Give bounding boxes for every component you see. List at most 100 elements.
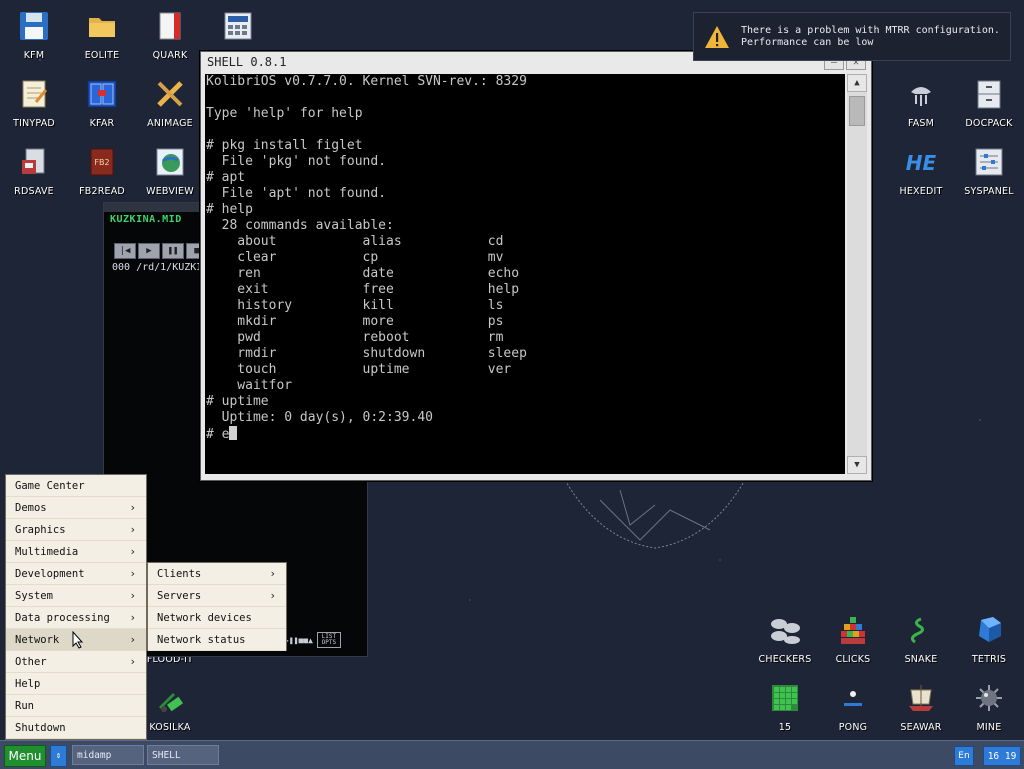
menu-item-data-processing[interactable]: Data processing › — [6, 607, 146, 629]
desktop-icon-hexedit[interactable]: HE HEXEDIT — [887, 139, 955, 207]
desktop-icon-pong[interactable]: PONG — [819, 675, 887, 740]
midamp-mini-controls[interactable]: ▶❚❚■■▲ — [284, 636, 313, 645]
terminal-scrollbar[interactable]: ▲ ▼ — [847, 74, 867, 474]
notepad-icon — [17, 77, 51, 111]
menu-item-other[interactable]: Other › — [6, 651, 146, 673]
desktop-icon-15[interactable]: 15 — [751, 675, 819, 740]
desktop-icon-label: WEBVIEW — [146, 186, 194, 197]
playlist-options-button[interactable]: LIST OPTS — [316, 632, 341, 648]
previous-icon[interactable]: |◀ — [114, 243, 136, 259]
desktop-icon-mine[interactable]: MINE — [955, 675, 1023, 740]
desktop-icon-label: SEAWAR — [900, 722, 942, 733]
desktop-icon-fasm[interactable]: FASM — [887, 71, 955, 139]
submenu-item-network-devices[interactable]: Network devices — [148, 607, 286, 629]
desktop-icon-webview[interactable]: WEBVIEW — [136, 139, 204, 207]
scroll-up-icon[interactable]: ▲ — [847, 74, 867, 92]
desktop-icon-animage[interactable]: ANIMAGE — [136, 71, 204, 139]
desktop-icon-label: TETRIS — [971, 654, 1007, 665]
folder-icon — [85, 9, 119, 43]
terminal-line: mkdir more ps — [206, 314, 504, 329]
menu-button[interactable]: Menu — [4, 745, 46, 767]
menu-item-shutdown[interactable]: Shutdown — [6, 717, 146, 739]
checkers-icon — [768, 613, 802, 647]
play-icon[interactable]: ▶ — [138, 243, 160, 259]
terminal-output[interactable]: KolibriOS v0.7.7.0. Kernel SVN-rev.: 832… — [205, 74, 845, 474]
terminal-line: Uptime: 0 day(s), 0:2:39.40 — [206, 410, 433, 425]
submenu-item-network-status[interactable]: Network status — [148, 629, 286, 651]
desktop-icon-label: CHECKERS — [758, 654, 812, 665]
planet-wallpaper-art — [564, 479, 746, 549]
midamp-bottom-controls: ▶❚❚■■▲ LIST OPTS — [284, 632, 341, 648]
switch-windows-icon[interactable]: ⇕ — [50, 745, 67, 767]
desktop-icon-syspanel[interactable]: SYSPANEL — [955, 139, 1023, 207]
desktop-icon-seawar[interactable]: SEAWAR — [887, 675, 955, 740]
mtrr-warning-notification[interactable]: There is a problem with MTRR configurati… — [693, 12, 1011, 61]
submenu-item-servers[interactable]: Servers › — [148, 585, 286, 607]
pause-icon[interactable]: ❚❚ — [162, 243, 184, 259]
clock[interactable]: 16 19 — [983, 746, 1021, 766]
menu-item-game-center[interactable]: Game Center — [6, 475, 146, 497]
desktop-icon-label: PONG — [838, 722, 868, 733]
desktop: KFM EOLITE QUARK TINYPAD KFAR ANIMAGE RD… — [0, 0, 1024, 740]
menu-item-run[interactable]: Run — [6, 695, 146, 717]
taskbar: Menu ⇕ midamp SHELL En 16 19 — [0, 740, 1024, 769]
terminal-line: # apt — [206, 170, 246, 185]
desktop-icon-clicks[interactable]: CLICKS — [819, 607, 887, 675]
desktop-icon-tinypad[interactable]: TINYPAD — [0, 71, 68, 139]
desktop-icon-fb2read[interactable]: FB2 FB2READ — [68, 139, 136, 207]
menu-item-multimedia[interactable]: Multimedia › — [6, 541, 146, 563]
notification-line-1: There is a problem with MTRR configurati… — [741, 24, 1000, 36]
menu-item-help[interactable]: Help — [6, 673, 146, 695]
desktop-icon-checkers[interactable]: CHECKERS — [751, 607, 819, 675]
desktop-icon-label: FASM — [907, 118, 935, 129]
desktop-icon-tetris[interactable]: TETRIS — [955, 607, 1023, 675]
shell-window[interactable]: SHELL 0.8.1 – ✕ KolibriOS v0.7.7.0. Kern… — [200, 51, 872, 481]
desktop-icon-label: MINE — [976, 722, 1002, 733]
ebook-icon: FB2 — [85, 145, 119, 179]
scroll-down-icon[interactable]: ▼ — [847, 456, 867, 474]
desktop-icon-label: DOCPACK — [965, 118, 1013, 129]
desktop-icon-label: KFAR — [89, 118, 115, 129]
taskbar-item-shell[interactable]: SHELL — [147, 745, 219, 765]
terminal-line: KolibriOS v0.7.7.0. Kernel SVN-rev.: 832… — [206, 74, 527, 89]
cabinet-icon — [972, 77, 1006, 111]
desktop-icon-label: QUARK — [152, 50, 188, 61]
desktop-icon-quark[interactable]: QUARK — [136, 3, 204, 71]
terminal-line: pwd reboot rm — [206, 330, 504, 345]
scrollbar-thumb[interactable] — [849, 96, 865, 126]
desktop-icon-label: FB2READ — [79, 186, 125, 197]
chevron-right-icon: › — [269, 589, 276, 602]
menu-item-demos[interactable]: Demos › — [6, 497, 146, 519]
pencil-icon — [153, 77, 187, 111]
terminal-line: # uptime — [206, 394, 269, 409]
menu-item-development[interactable]: Development › — [6, 563, 146, 585]
midamp-track-entry[interactable]: 000 /rd/1/KUZKI — [112, 262, 202, 273]
calculator-icon — [221, 9, 255, 43]
terminal-line: File 'pkg' not found. — [206, 154, 387, 169]
terminal-prompt-line[interactable]: # e — [205, 426, 845, 443]
sliders-icon — [972, 145, 1006, 179]
terminal-line: # pkg install figlet — [206, 138, 363, 153]
keyboard-language-indicator[interactable]: En — [954, 746, 974, 766]
terminal-line: File 'apt' not found. — [206, 186, 387, 201]
ship-icon — [904, 681, 938, 715]
svg-text:FB2: FB2 — [94, 158, 109, 167]
desktop-icon-docpack[interactable]: DOCPACK — [955, 71, 1023, 139]
midamp-song-title: KUZKINA.MID — [110, 214, 182, 225]
chevron-right-icon: › — [129, 545, 136, 558]
menu-item-graphics[interactable]: Graphics › — [6, 519, 146, 541]
text-cursor — [229, 426, 238, 440]
menu-item-system[interactable]: System › — [6, 585, 146, 607]
desktop-icon-eolite[interactable]: EOLITE — [68, 3, 136, 71]
submenu-item-clients[interactable]: Clients › — [148, 563, 286, 585]
desktop-icon-rdsave[interactable]: RDSAVE — [0, 139, 68, 207]
desktop-icon-label: EOLITE — [84, 50, 120, 61]
desktop-icon-kfm[interactable]: KFM — [0, 3, 68, 71]
chevron-right-icon: › — [129, 589, 136, 602]
desktop-icon-kfar[interactable]: KFAR — [68, 71, 136, 139]
desktop-icon-label: SNAKE — [904, 654, 938, 665]
main-menu: Game Center Demos › Graphics › Multimedia ›… — [5, 474, 147, 740]
desktop-icon-snake[interactable]: SNAKE — [887, 607, 955, 675]
chevron-right-icon: › — [129, 523, 136, 536]
taskbar-item-midamp[interactable]: midamp — [72, 745, 144, 765]
